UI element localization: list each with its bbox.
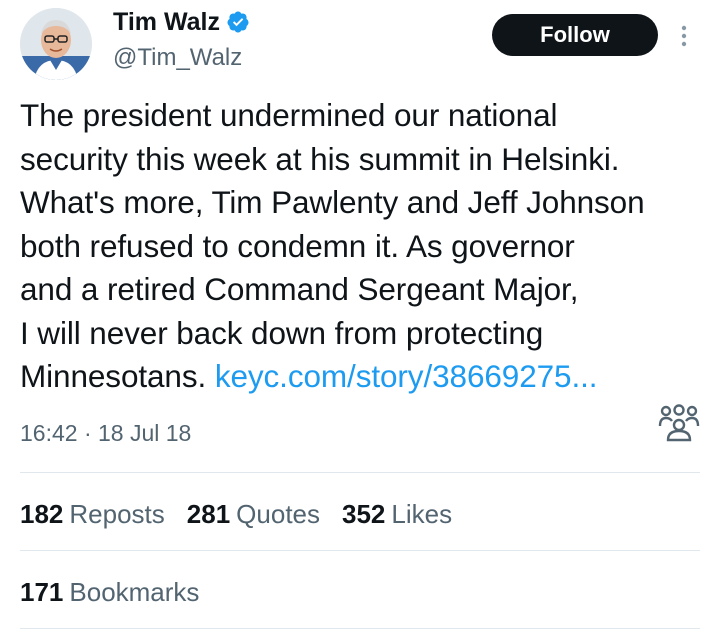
tweet-text-line-last: Minnesotans. keyc.com/story/38669275... (20, 355, 710, 399)
people-icon[interactable] (657, 404, 701, 442)
tweet-text: The president undermined our national se… (20, 94, 710, 399)
author-handle[interactable]: @Tim_Walz (113, 43, 242, 73)
likes-stat[interactable]: 352 Likes (342, 499, 452, 530)
author-name-row[interactable]: Tim Walz (113, 6, 250, 38)
reposts-stat[interactable]: 182 Reposts (20, 499, 165, 530)
follow-button[interactable]: Follow (492, 14, 658, 56)
tweet-text-line: and a retired Command Sergeant Major, (20, 271, 579, 307)
engagement-stats: 182 Reposts 281 Quotes 352 Likes (20, 499, 474, 530)
reposts-count: 182 (20, 499, 64, 529)
tweet-text-line: both refused to condemn it. As governor (20, 227, 575, 264)
divider (20, 472, 700, 473)
more-options-icon[interactable] (676, 24, 692, 48)
tweet-text-line: security this week at his summit in Hels… (20, 140, 620, 177)
tweet-text-line: I will never back down from protecting (20, 314, 544, 351)
verified-badge-icon[interactable] (226, 10, 250, 34)
quotes-label: Quotes (236, 499, 320, 529)
tweet-timestamp[interactable]: 16:42 · 18 Jul 18 (20, 420, 191, 447)
bookmarks-stat[interactable]: 171 Bookmarks (20, 577, 199, 608)
divider (20, 550, 700, 551)
tweet-text-line: The president undermined our national (20, 97, 558, 133)
bookmarks-count: 171 (20, 577, 64, 607)
reposts-label: Reposts (69, 499, 165, 529)
tweet-link[interactable]: keyc.com/story/38669275... (215, 358, 598, 394)
bookmarks-label: Bookmarks (69, 577, 200, 607)
author-display-name[interactable]: Tim Walz (113, 6, 220, 38)
quotes-stat[interactable]: 281 Quotes (187, 499, 320, 530)
tweet-text-line: What's more, Tim Pawlenty and Jeff Johns… (20, 184, 645, 220)
tweet-text-line: Minnesotans. (20, 358, 207, 394)
likes-label: Likes (391, 499, 453, 529)
avatar[interactable] (20, 8, 92, 80)
quotes-count: 281 (186, 499, 231, 529)
likes-count: 352 (342, 499, 386, 529)
divider (20, 628, 700, 629)
